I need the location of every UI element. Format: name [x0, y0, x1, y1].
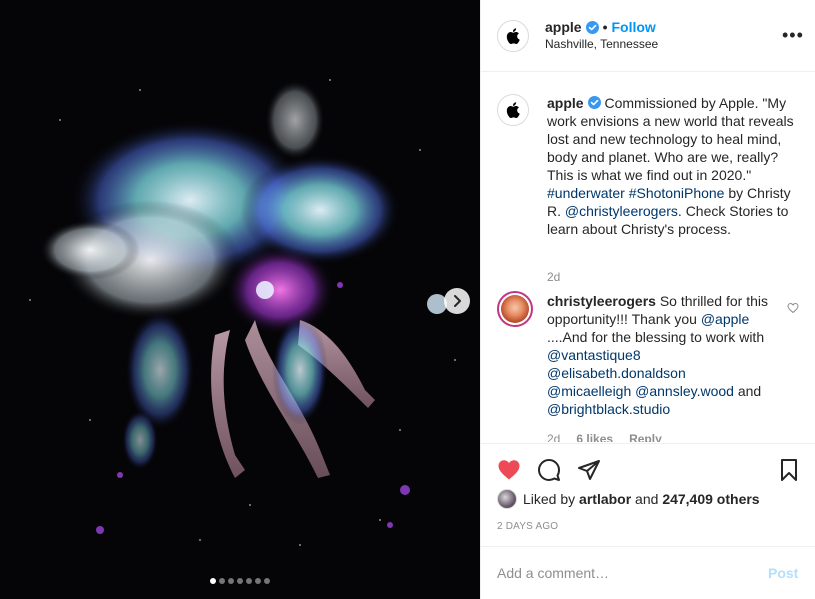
- caption-username[interactable]: apple: [547, 95, 584, 111]
- likes-text: Liked by artlabor and 247,409 others: [523, 491, 760, 507]
- avatar[interactable]: [497, 20, 529, 52]
- post-caption: apple Commissioned by Apple. "My work en…: [547, 94, 805, 238]
- comment-body: and: [733, 383, 762, 399]
- post-header: apple • Follow Nashville, Tennessee •••: [481, 0, 815, 72]
- post-location[interactable]: Nashville, Tennessee: [545, 37, 658, 51]
- carousel-dot: [264, 578, 270, 584]
- carousel-dot: [210, 578, 216, 584]
- add-comment-bar: Post: [481, 546, 815, 599]
- apple-logo-icon: [506, 28, 520, 44]
- underwater-photo-image: [0, 0, 480, 599]
- paper-plane-icon[interactable]: [577, 458, 601, 482]
- bookmark-icon[interactable]: [777, 458, 801, 482]
- follow-button[interactable]: Follow: [611, 19, 655, 35]
- likes-count-link[interactable]: 247,409 others: [662, 491, 759, 507]
- likes-summary: Liked by artlabor and 247,409 others: [497, 489, 760, 509]
- mention-link[interactable]: @christyleerogers: [565, 203, 678, 219]
- post-username[interactable]: apple: [545, 19, 582, 35]
- apple-logo-icon: [506, 102, 520, 118]
- reply-button[interactable]: Reply: [629, 432, 662, 442]
- comment-bubble-icon[interactable]: [537, 458, 561, 482]
- verified-badge-icon: [587, 96, 601, 109]
- mention-link[interactable]: @micaelleigh: [547, 383, 631, 399]
- likes-prefix: Liked by: [523, 491, 580, 507]
- instagram-post-modal: apple • Follow Nashville, Tennessee ••• …: [0, 0, 815, 599]
- post-photo[interactable]: [0, 0, 480, 599]
- mention-link[interactable]: @vantastique8: [547, 347, 641, 363]
- caption-timestamp: 2d: [547, 270, 561, 284]
- avatar-photo: [501, 295, 529, 323]
- mention-link[interactable]: @elisabeth.donaldson: [547, 365, 686, 381]
- header-user-row: apple • Follow: [545, 19, 656, 35]
- hashtag-link[interactable]: #underwater: [547, 185, 625, 201]
- comment-username[interactable]: christyleerogers: [547, 293, 656, 309]
- comment-timestamp: 2d: [547, 432, 561, 442]
- carousel-dot: [228, 578, 234, 584]
- caption-avatar[interactable]: [497, 94, 529, 126]
- hashtag-link[interactable]: #ShotoniPhone: [629, 185, 725, 201]
- header-separator: •: [602, 19, 608, 35]
- verified-badge-icon: [585, 20, 599, 34]
- comment-body: ....And for the blessing to work with: [547, 329, 765, 345]
- more-options-button[interactable]: •••: [782, 26, 804, 44]
- carousel-dot: [246, 578, 252, 584]
- carousel-dot: [219, 578, 225, 584]
- comment-meta: 2d 6 likes Reply: [547, 432, 662, 442]
- next-photo-button[interactable]: [444, 288, 470, 314]
- comment-likes-link[interactable]: 6 likes: [576, 432, 613, 442]
- mention-link[interactable]: @apple: [701, 311, 749, 327]
- commenter-avatar[interactable]: [497, 291, 533, 327]
- mention-link[interactable]: @brightblack.studio: [547, 401, 670, 417]
- post-date[interactable]: 2 DAYS AGO: [497, 521, 558, 532]
- chevron-right-icon: [454, 295, 461, 307]
- liker-username[interactable]: artlabor: [579, 491, 631, 507]
- caption-text: Commissioned by Apple. "My work envision…: [547, 95, 794, 183]
- heart-filled-icon[interactable]: [497, 458, 521, 482]
- carousel-dot: [237, 578, 243, 584]
- likes-middle: and: [631, 491, 663, 507]
- comments-section[interactable]: apple Commissioned by Apple. "My work en…: [481, 72, 815, 442]
- heart-outline-icon[interactable]: [787, 302, 799, 314]
- carousel-indicator: [0, 578, 480, 584]
- liker-avatar[interactable]: [497, 489, 517, 509]
- mention-link[interactable]: @annsley.wood: [635, 383, 734, 399]
- post-side-panel: apple • Follow Nashville, Tennessee ••• …: [480, 0, 815, 599]
- carousel-dot: [255, 578, 261, 584]
- post-comment-button[interactable]: Post: [768, 565, 798, 581]
- comment-text: christyleerogers So thrilled for this op…: [547, 292, 769, 418]
- add-comment-input[interactable]: [497, 565, 737, 581]
